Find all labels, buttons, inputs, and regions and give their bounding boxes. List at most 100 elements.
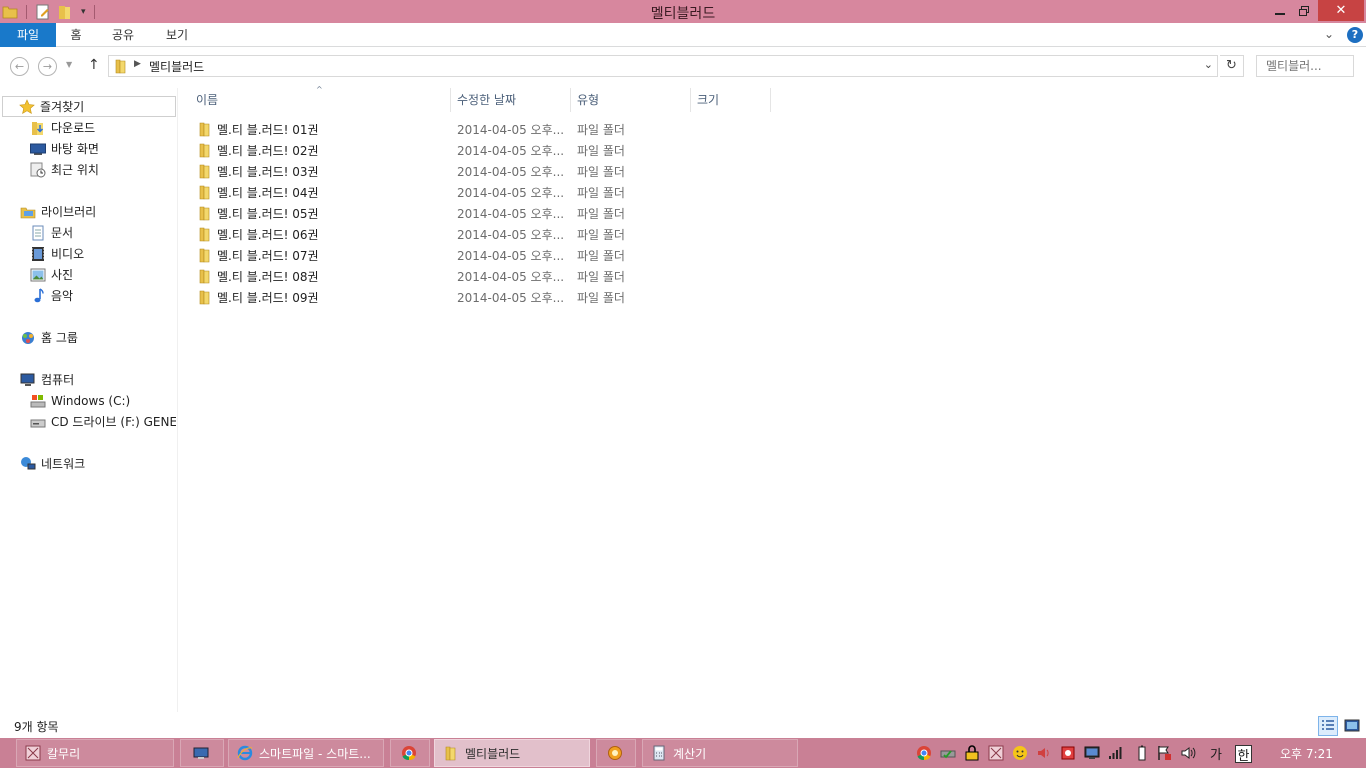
file-name: 멜.티 블.러드! 03권 [217,165,319,179]
taskbar-item-kalmuri[interactable]: 칼무리 [16,739,174,767]
large-icons-view-button[interactable] [1342,716,1362,736]
desktop-icon [30,141,46,157]
tray-lock-icon[interactable] [964,745,980,761]
tray-action-center-flag-icon[interactable] [1156,745,1172,761]
taskbar-clock[interactable]: 오후 7:21 [1280,745,1333,762]
nav-music[interactable]: 음악 [30,285,176,306]
tray-signal-icon[interactable] [1108,745,1124,761]
file-date: 2014-04-05 오후... [457,165,565,179]
column-header-type[interactable]: 유형 [571,88,691,112]
up-button[interactable]: ↑ [88,57,100,73]
homegroup-icon [20,330,36,346]
table-row[interactable]: 멜.티 블.러드! 04권 2014-04-05 오후... 파일 폴더 [192,181,632,202]
nav-pictures[interactable]: 사진 [30,264,176,285]
large-icons-view-icon [1344,719,1360,732]
monitor-icon [193,747,209,759]
breadcrumb[interactable]: 멜티블러드 [149,58,204,75]
file-name: 멜.티 블.러드! 02권 [217,144,319,158]
nav-label: 네트워크 [41,457,86,471]
tab-view[interactable]: 보기 [160,23,194,47]
taskbar-label: 계산기 [673,746,707,761]
nav-drive-f[interactable]: CD 드라이브 (F:) GENEI [30,411,176,432]
restore-button[interactable] [1290,0,1318,21]
folder-icon [199,206,210,221]
taskbar-item-monitor[interactable] [180,739,224,767]
taskbar-label: 스마트파일 - 스마트... [259,746,371,761]
search-input[interactable] [1256,55,1354,77]
taskbar-item-smartfile[interactable]: 스마트파일 - 스마트... [228,739,384,767]
details-view-button[interactable] [1318,716,1338,736]
table-row[interactable]: 멜.티 블.러드! 05권 2014-04-05 오후... 파일 폴더 [192,202,632,223]
nav-homegroup[interactable]: 홈 그룹 [20,327,176,348]
pictures-icon [30,267,46,283]
file-type: 파일 폴더 [577,228,625,242]
tray-battery-icon[interactable] [1134,745,1150,761]
tab-home[interactable]: 홈 [62,23,90,47]
tab-share[interactable]: 공유 [106,23,140,47]
nav-label: 문서 [51,226,74,240]
tray-network-adapter-icon[interactable] [940,745,956,761]
nav-computer[interactable]: 컴퓨터 [20,369,176,390]
help-icon[interactable]: ? [1347,27,1363,43]
taskbar-item-media[interactable] [596,739,636,767]
tray-input-mode[interactable]: 가 [1208,745,1224,763]
taskbar-item-calculator[interactable]: 계산기 [642,739,798,767]
taskbar-item-meltyblood[interactable]: 멜티블러드 [434,739,590,767]
tray-chrome-icon[interactable] [916,745,932,761]
table-row[interactable]: 멜.티 블.러드! 01권 2014-04-05 오후... 파일 폴더 [192,118,632,139]
close-icon: ✕ [1335,3,1347,18]
nav-drive-c[interactable]: Windows (C:) [30,390,176,411]
recent-locations-chevron-icon[interactable]: ▼ [66,60,72,69]
calculator-icon [653,745,665,761]
nav-downloads[interactable]: 다운로드 [30,117,176,138]
tray-ime-language[interactable]: 한 [1235,745,1252,764]
file-date: 2014-04-05 오후... [457,186,565,200]
forward-button[interactable]: → [38,57,57,76]
nav-favorites[interactable]: 즐겨찾기 [2,96,176,117]
taskbar-item-chrome[interactable] [390,739,430,767]
tray-volume-icon[interactable] [1180,745,1196,761]
file-type: 파일 폴더 [577,291,625,305]
file-type: 파일 폴더 [577,249,625,263]
nav-label: 음악 [51,289,74,303]
nav-recent-places[interactable]: 최근 위치 [30,159,176,180]
expand-ribbon-chevron-icon[interactable]: ⌄ [1324,27,1334,41]
back-button[interactable]: ← [10,57,29,76]
tray-security-icon[interactable] [1060,745,1076,761]
table-row[interactable]: 멜.티 블.러드! 08권 2014-04-05 오후... 파일 폴더 [192,265,632,286]
nav-libraries[interactable]: 라이브러리 [20,201,176,222]
tray-display-icon[interactable] [1084,745,1100,761]
table-row[interactable]: 멜.티 블.러드! 07권 2014-04-05 오후... 파일 폴더 [192,244,632,265]
breadcrumb-chevron-icon[interactable]: ▶ [134,59,141,69]
column-header-size[interactable]: 크기 [691,88,771,112]
nav-label: 최근 위치 [51,163,99,177]
documents-icon [30,225,46,241]
minimize-icon [1275,12,1285,15]
table-row[interactable]: 멜.티 블.러드! 03권 2014-04-05 오후... 파일 폴더 [192,160,632,181]
address-bar[interactable]: ▶ 멜티블러드 ⌄ [108,55,1218,77]
computer-icon [20,372,36,388]
folder-icon [199,122,210,137]
tray-smiley-icon[interactable] [1012,745,1028,761]
navigation-bar: ← → ▼ ↑ ▶ 멜티블러드 ⌄ ↻ [0,48,1366,84]
nav-desktop[interactable]: 바탕 화면 [30,138,176,159]
table-row[interactable]: 멜.티 블.러드! 06권 2014-04-05 오후... 파일 폴더 [192,223,632,244]
nav-videos[interactable]: 비디오 [30,243,176,264]
sort-ascending-icon: ^ [316,85,323,94]
tray-app-icon[interactable] [988,745,1004,761]
refresh-button[interactable]: ↻ [1220,55,1244,77]
arrow-right-icon: → [42,60,53,73]
table-row[interactable]: 멜.티 블.러드! 02권 2014-04-05 오후... 파일 폴더 [192,139,632,160]
close-button[interactable]: ✕ [1318,0,1364,21]
tray-speaker-alert-icon[interactable] [1036,745,1052,761]
downloads-icon [30,120,46,136]
address-dropdown-chevron-icon[interactable]: ⌄ [1204,58,1213,71]
table-row[interactable]: 멜.티 블.러드! 09권 2014-04-05 오후... 파일 폴더 [192,286,632,307]
column-header-date[interactable]: 수정한 날짜 [451,88,571,112]
nav-documents[interactable]: 문서 [30,222,176,243]
tab-file[interactable]: 파일 [0,23,56,47]
taskbar: 칼무리 스마트파일 - 스마트... 멜티블러드 계산기 가 한 오후 7:21 [0,738,1366,768]
nav-network[interactable]: 네트워크 [20,453,176,474]
arrow-left-icon: ← [14,60,25,73]
nav-label: 바탕 화면 [51,142,99,156]
